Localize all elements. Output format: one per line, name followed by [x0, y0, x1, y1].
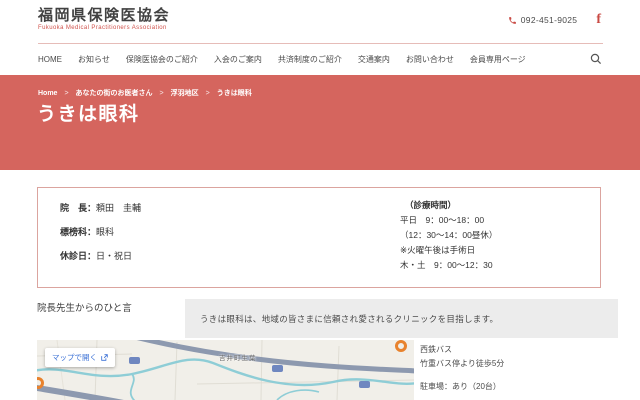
breadcrumb-district[interactable]: 浮羽地区	[171, 88, 199, 98]
parking-info: 駐車場：あり（20台）	[420, 380, 504, 394]
site-subtitle: Fukuoka Medical Practitioners Associatio…	[38, 25, 170, 31]
comment-box: うきは眼科は、地域の皆さまに信頼され愛されるクリニックを目指します。	[185, 299, 618, 338]
page-title-banner: Home > あなたの街のお医者さん > 浮羽地区 > うきは眼科 うきは眼科	[0, 75, 640, 170]
phone-icon	[508, 16, 517, 25]
nav-item-news[interactable]: お知らせ	[78, 54, 110, 65]
open-map-label: マップで開く	[52, 352, 97, 363]
nav-item-access[interactable]: 交通案内	[358, 54, 390, 65]
nav-item-about[interactable]: 保険医協会のご紹介	[126, 54, 198, 65]
header-contact-area: 092-451-9025 f	[508, 13, 601, 27]
page-title: うきは眼科	[37, 99, 140, 126]
hours-heading: （診療時間）	[405, 198, 497, 213]
field-closed-days: 休診日：日・祝日	[60, 244, 141, 268]
main-nav: HOME お知らせ 保険医協会のご紹介 入会のご案内 共済制度のご紹介 交通案内…	[38, 44, 603, 75]
nav-item-members[interactable]: 会員専用ページ	[470, 54, 526, 65]
open-map-button[interactable]: マップで開く	[45, 348, 115, 367]
breadcrumb-separator: >	[160, 90, 164, 97]
hours-line-note: ※火曜午後は手術日	[400, 243, 497, 258]
field-director-label: 院 長：	[60, 203, 96, 213]
search-icon[interactable]	[589, 52, 603, 66]
breadcrumb-current: うきは眼科	[217, 88, 252, 98]
nav-item-mutual-aid[interactable]: 共済制度のご紹介	[278, 54, 342, 65]
site-logo[interactable]: 福岡県保険医協会 Fukuoka Medical Practitioners A…	[38, 7, 170, 31]
phone-number: 092-451-9025	[521, 15, 578, 25]
map-road-label: 吉井町生葉	[219, 352, 257, 362]
clinic-detail-page: 福岡県保険医協会 Fukuoka Medical Practitioners A…	[0, 0, 640, 400]
access-info: 西鉄バス 竹重バス停より徒歩5分 駐車場：あり（20台）	[420, 343, 504, 394]
field-department-label: 標榜科：	[60, 227, 96, 237]
breadcrumb-home[interactable]: Home	[38, 90, 57, 97]
field-director: 院 長：頼田 圭輔	[60, 196, 141, 220]
hours-line-lunch: （12：30～14：00昼休）	[400, 228, 497, 243]
field-closed-days-label: 休診日：	[60, 251, 96, 261]
site-header: 福岡県保険医協会 Fukuoka Medical Practitioners A…	[0, 0, 640, 44]
bus-company: 西鉄バス	[420, 343, 504, 357]
facebook-icon[interactable]: f	[596, 13, 601, 27]
field-director-value: 頼田 圭輔	[96, 203, 141, 213]
clinic-info-card: 院 長：頼田 圭輔 標榜科：眼科 休診日：日・祝日 （診療時間） 平日 9：00…	[37, 187, 601, 288]
clinic-hours: （診療時間） 平日 9：00～18：00 （12：30～14：00昼休） ※火曜…	[400, 198, 497, 273]
nav-item-join[interactable]: 入会のご案内	[214, 54, 262, 65]
site-title: 福岡県保険医協会	[38, 7, 170, 24]
site-header-inner: 福岡県保険医協会 Fukuoka Medical Practitioners A…	[38, 0, 603, 44]
clinic-basic-fields: 院 長：頼田 圭輔 標榜科：眼科 休診日：日・祝日	[60, 196, 141, 268]
field-department: 標榜科：眼科	[60, 220, 141, 244]
comment-text: うきは眼科は、地域の皆さまに信頼され愛されるクリニックを目指します。	[200, 313, 498, 325]
field-department-value: 眼科	[96, 227, 114, 237]
breadcrumb-separator: >	[64, 90, 68, 97]
breadcrumb: Home > あなたの街のお医者さん > 浮羽地区 > うきは眼科	[38, 88, 252, 98]
nav-item-contact[interactable]: お問い合わせ	[406, 54, 454, 65]
comment-section-heading: 院長先生からのひと言	[37, 300, 132, 314]
nav-item-home[interactable]: HOME	[38, 55, 62, 64]
location-map[interactable]: 吉井町生葉 マップで開く	[37, 340, 414, 400]
hours-line-weekday: 平日 9：00～18：00	[400, 213, 497, 228]
breadcrumb-doctors[interactable]: あなたの街のお医者さん	[76, 88, 153, 98]
phone-link[interactable]: 092-451-9025	[508, 15, 578, 25]
bus-walk-info: 竹重バス停より徒歩5分	[420, 357, 504, 371]
external-link-icon	[101, 354, 108, 361]
breadcrumb-separator: >	[206, 90, 210, 97]
hours-line-thu-sat: 木・土 9：00～12：30	[400, 258, 497, 273]
field-closed-days-value: 日・祝日	[96, 251, 132, 261]
